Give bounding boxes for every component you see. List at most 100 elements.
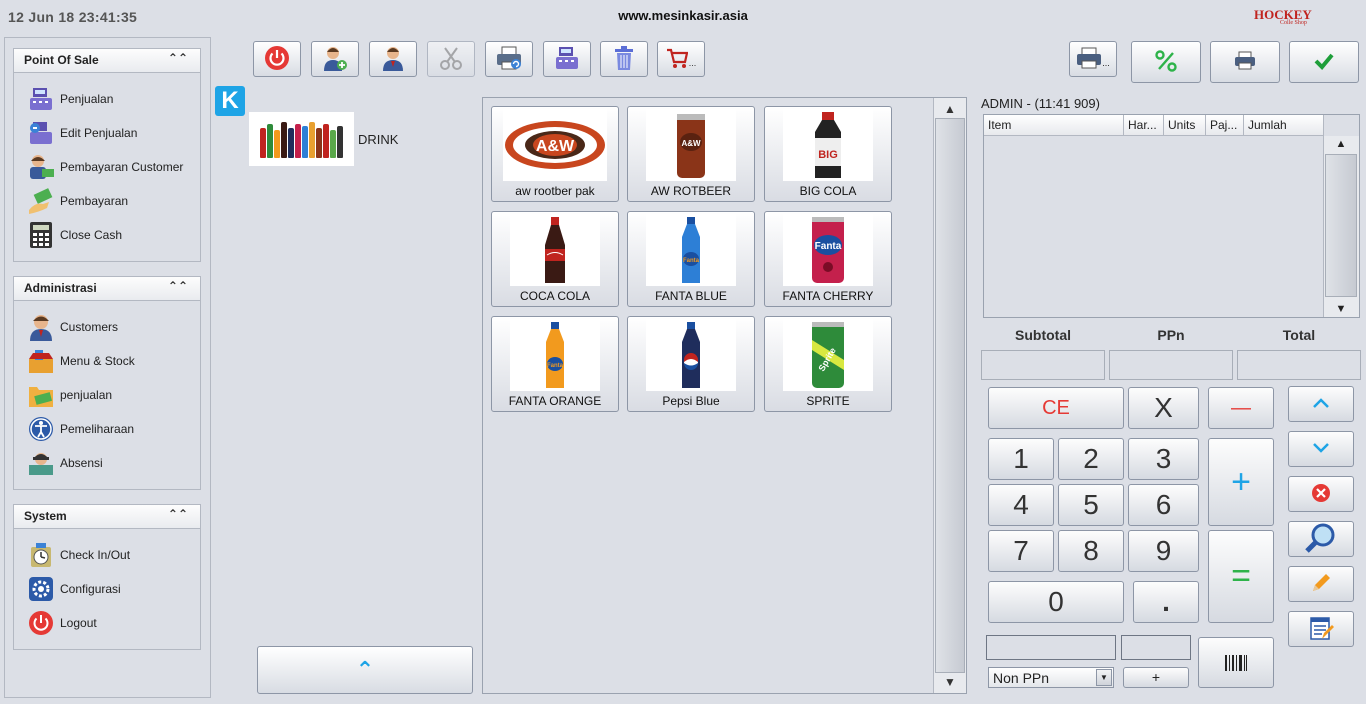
product-label: FANTA BLUE [655, 289, 727, 303]
split-button[interactable] [427, 41, 475, 77]
sidebar-item-absensi[interactable]: Absensi [26, 448, 103, 478]
key-9[interactable]: 9 [1128, 530, 1199, 572]
collapse-icon[interactable]: ⌃⌃ [168, 279, 188, 293]
top-bar: 12 Jun 18 23:41:35 www.mesinkasir.asia H… [0, 0, 1366, 34]
section-header-administrasi[interactable]: Administrasi ⌃⌃ [14, 277, 200, 301]
plus-key[interactable]: + [1208, 438, 1274, 526]
column-header[interactable]: Item [984, 115, 1124, 135]
search-button[interactable] [1288, 521, 1354, 557]
sidebar-item-pemeliharaan[interactable]: Pemeliharaan [26, 414, 134, 444]
sidebar-item-close-cash[interactable]: Close Cash [26, 220, 122, 250]
multiply-key[interactable]: X [1128, 387, 1199, 429]
barcode-icon [1224, 647, 1248, 679]
scroll-down-arrow-icon[interactable]: ▼ [1324, 301, 1358, 317]
column-header[interactable]: Jumlah [1244, 115, 1324, 135]
add-customer-button[interactable] [311, 41, 359, 77]
sidebar-item-penjualan-admin[interactable]: penjualan [26, 380, 112, 410]
product-image: Fanta [783, 214, 873, 286]
tax-select[interactable]: Non PPn ▼ [988, 667, 1114, 688]
key-8[interactable]: 8 [1058, 530, 1124, 572]
cart-button[interactable]: ... [657, 41, 705, 77]
remove-line-button[interactable] [1288, 476, 1354, 512]
product-label: FANTA ORANGE [508, 394, 602, 408]
product-card[interactable]: Sprite SPRITE [764, 316, 892, 412]
subtotal-label: Subtotal [1015, 327, 1071, 343]
scroll-up-arrow-icon[interactable]: ▲ [1324, 136, 1358, 152]
section-header-system[interactable]: System ⌃⌃ [14, 505, 200, 529]
svg-text:Fanta: Fanta [547, 363, 564, 369]
barcode-button[interactable] [1198, 637, 1274, 688]
check-icon [1314, 52, 1334, 73]
discount-button[interactable] [1131, 41, 1201, 83]
add-button[interactable]: + [1123, 667, 1189, 688]
keyboard-toggle-button[interactable]: K [215, 86, 245, 116]
collapse-icon[interactable]: ⌃⌃ [168, 507, 188, 521]
delete-button[interactable] [600, 41, 648, 77]
product-card[interactable]: Fanta FANTA BLUE [627, 211, 755, 307]
sidebar-item-check-in-out[interactable]: Check In/Out [26, 540, 130, 570]
column-header[interactable]: Har... [1124, 115, 1164, 135]
reprint-button[interactable] [485, 41, 533, 77]
key-5[interactable]: 5 [1058, 484, 1124, 526]
line-down-button[interactable] [1288, 431, 1354, 467]
sidebar-item-logout[interactable]: Logout [26, 608, 97, 638]
power-button[interactable] [253, 41, 301, 77]
edit-notes-button[interactable] [1288, 611, 1354, 647]
collapse-icon[interactable]: ⌃⌃ [168, 51, 188, 65]
key-3[interactable]: 3 [1128, 438, 1199, 480]
chevron-down-icon[interactable]: ▼ [1096, 669, 1112, 686]
cash-drawer-button[interactable] [543, 41, 591, 77]
sidebar-item-pembayaran[interactable]: Pembayaran [26, 186, 128, 216]
scroll-up-button[interactable]: ⌃ [257, 646, 473, 694]
sidebar-item-menu-stock[interactable]: Menu & Stock [26, 346, 135, 376]
product-image: A&W [646, 109, 736, 181]
ticket-table[interactable]: Item Har... Units Paj... Jumlah ▲ ▼ [983, 114, 1360, 318]
product-card[interactable]: A&W aw rootber pak [491, 106, 619, 202]
ticket-scrollbar[interactable]: ▲ ▼ [1323, 136, 1359, 317]
product-card[interactable]: Pepsi Blue [627, 316, 755, 412]
category-drink[interactable]: DRINK [249, 112, 398, 166]
print-options-button[interactable]: ... [1069, 41, 1117, 77]
column-header[interactable]: Paj... [1206, 115, 1244, 135]
print-button[interactable] [1210, 41, 1280, 83]
equals-key[interactable]: = [1208, 530, 1274, 623]
edit-line-button[interactable] [1288, 566, 1354, 602]
edit-register-icon [26, 119, 56, 147]
section-point-of-sale: Point Of Sale ⌃⌃ Penjualan Edit Penjualan… [13, 48, 201, 262]
product-card[interactable]: BIG BIG COLA [764, 106, 892, 202]
sidebar-item-penjualan[interactable]: Penjualan [26, 84, 113, 114]
product-card[interactable]: COCA COLA [491, 211, 619, 307]
scrollbar-thumb[interactable] [1325, 154, 1357, 297]
key-4[interactable]: 4 [988, 484, 1054, 526]
key-6[interactable]: 6 [1128, 484, 1199, 526]
product-scrollbar[interactable]: ▲ ▼ [933, 98, 966, 693]
sidebar-item-pembayaran-customer[interactable]: Pembayaran Customer [26, 152, 183, 182]
key-0[interactable]: 0 [988, 581, 1124, 623]
product-card[interactable]: Fanta FANTA CHERRY [764, 211, 892, 307]
quantity-input[interactable] [1121, 635, 1191, 660]
dot-key[interactable]: . [1133, 581, 1199, 623]
subtotal-field [981, 350, 1105, 380]
minus-key[interactable]: — [1208, 387, 1274, 429]
ticket-table-header: Item Har... Units Paj... Jumlah [984, 115, 1324, 136]
sidebar-item-edit-penjualan[interactable]: Edit Penjualan [26, 118, 137, 148]
customer-button[interactable] [369, 41, 417, 77]
product-card[interactable]: Fanta FANTA ORANGE [491, 316, 619, 412]
barcode-input[interactable] [986, 635, 1116, 660]
scroll-down-arrow-icon[interactable]: ▼ [934, 671, 966, 693]
sidebar-item-configurasi[interactable]: Configurasi [26, 574, 121, 604]
confirm-button[interactable] [1289, 41, 1359, 83]
key-1[interactable]: 1 [988, 438, 1054, 480]
product-label: FANTA CHERRY [782, 289, 874, 303]
scrollbar-thumb[interactable] [935, 118, 965, 673]
product-card[interactable]: A&W AW ROTBEER [627, 106, 755, 202]
key-7[interactable]: 7 [988, 530, 1054, 572]
key-2[interactable]: 2 [1058, 438, 1124, 480]
line-up-button[interactable] [1288, 386, 1354, 422]
scroll-up-arrow-icon[interactable]: ▲ [934, 98, 966, 120]
section-header-pos[interactable]: Point Of Sale ⌃⌃ [14, 49, 200, 73]
column-header[interactable]: Units [1164, 115, 1206, 135]
ce-key[interactable]: CE [988, 387, 1124, 429]
product-image [510, 214, 600, 286]
sidebar-item-customers[interactable]: Customers [26, 312, 118, 342]
